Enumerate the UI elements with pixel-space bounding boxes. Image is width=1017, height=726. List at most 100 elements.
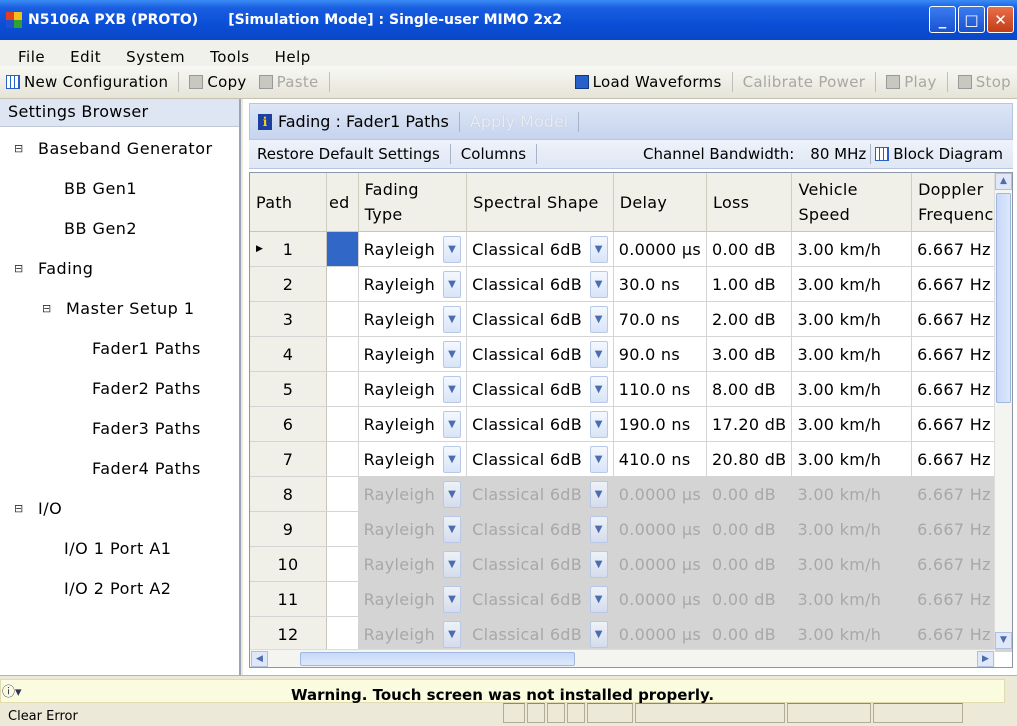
- enabled-cell[interactable]: [326, 301, 359, 337]
- chevron-down-icon[interactable]: ▼: [589, 445, 608, 473]
- spectral-shape-cell[interactable]: Classical 6dB ▼: [466, 546, 614, 582]
- delay-cell[interactable]: 410.0 ns: [613, 441, 708, 477]
- delay-cell[interactable]: 0.0000 µs: [613, 231, 708, 267]
- chevron-down-icon[interactable]: ▼: [589, 235, 608, 263]
- col-header-delay[interactable]: Delay: [613, 173, 708, 232]
- enabled-cell[interactable]: [326, 511, 359, 547]
- loss-cell[interactable]: 3.00 dB: [706, 336, 793, 372]
- chevron-down-icon[interactable]: ▼: [443, 585, 462, 613]
- chevron-down-icon[interactable]: ▼: [443, 620, 462, 648]
- table-row[interactable]: 11 Rayleigh ▼ Classical 6dB ▼ 0.0000 µs 0.00 d…: [250, 581, 1012, 617]
- enabled-cell[interactable]: [326, 371, 359, 407]
- chevron-down-icon[interactable]: ▼: [589, 515, 608, 543]
- vehicle-speed-cell[interactable]: 3.00 km/h: [791, 546, 913, 582]
- chevron-down-icon[interactable]: ▼: [443, 235, 462, 263]
- chevron-down-icon[interactable]: ▼: [443, 410, 462, 438]
- minimize-button[interactable]: _: [929, 6, 956, 33]
- menu-help[interactable]: Help: [275, 48, 311, 66]
- spectral-shape-cell[interactable]: Classical 6dB ▼: [466, 616, 614, 652]
- vehicle-speed-cell[interactable]: 3.00 km/h: [791, 511, 913, 547]
- chevron-down-icon[interactable]: ▼: [443, 515, 462, 543]
- col-header-path[interactable]: Path: [250, 173, 327, 232]
- scroll-down-icon[interactable]: ▼: [995, 632, 1012, 649]
- tree-item-io1-port-a1[interactable]: I/O 1 Port A1: [64, 539, 171, 558]
- table-row[interactable]: 4 Rayleigh ▼ Classical 6dB ▼ 90.0 ns 3.00 dB 3.…: [250, 336, 1012, 372]
- row-header[interactable]: 11: [250, 581, 327, 617]
- row-header[interactable]: 3: [250, 301, 327, 337]
- tree-item-bb-gen2[interactable]: BB Gen2: [64, 219, 137, 238]
- spectral-shape-cell[interactable]: Classical 6dB ▼: [466, 231, 614, 267]
- new-configuration-button[interactable]: New Configuration: [0, 73, 174, 91]
- spectral-shape-cell[interactable]: Classical 6dB ▼: [466, 441, 614, 477]
- horizontal-scroll-thumb[interactable]: [300, 652, 575, 666]
- row-header[interactable]: 10: [250, 546, 327, 582]
- chevron-down-icon[interactable]: ▼: [589, 410, 608, 438]
- row-header[interactable]: 2: [250, 266, 327, 302]
- vehicle-speed-cell[interactable]: 3.00 km/h: [791, 301, 913, 337]
- scroll-left-icon[interactable]: ◀: [251, 651, 268, 667]
- vertical-scroll-thumb[interactable]: [996, 193, 1011, 403]
- spectral-shape-cell[interactable]: Classical 6dB ▼: [466, 581, 614, 617]
- chevron-down-icon[interactable]: ▼: [589, 270, 608, 298]
- scroll-up-icon[interactable]: ▲: [995, 173, 1012, 190]
- delay-cell[interactable]: 0.0000 µs: [613, 581, 708, 617]
- spectral-shape-cell[interactable]: Classical 6dB ▼: [466, 266, 614, 302]
- chevron-down-icon[interactable]: ▼: [443, 305, 462, 333]
- block-diagram-button[interactable]: Block Diagram: [893, 145, 1003, 163]
- tree-item-io[interactable]: ⊟ I/O: [14, 499, 62, 518]
- fading-type-cell[interactable]: Rayleigh ▼: [358, 301, 468, 337]
- restore-defaults-button[interactable]: Restore Default Settings: [257, 145, 440, 163]
- loss-cell[interactable]: 0.00 dB: [706, 476, 793, 512]
- delay-cell[interactable]: 0.0000 µs: [613, 546, 708, 582]
- spectral-shape-cell[interactable]: Classical 6dB ▼: [466, 476, 614, 512]
- loss-cell[interactable]: 20.80 dB: [706, 441, 793, 477]
- fading-type-cell[interactable]: Rayleigh ▼: [358, 581, 468, 617]
- table-row[interactable]: 5 Rayleigh ▼ Classical 6dB ▼ 110.0 ns 8.00 dB 3…: [250, 371, 1012, 407]
- fading-type-cell[interactable]: Rayleigh ▼: [358, 231, 468, 267]
- row-header[interactable]: 4: [250, 336, 327, 372]
- table-row[interactable]: 2 Rayleigh ▼ Classical 6dB ▼ 30.0 ns 1.00 dB 3.…: [250, 266, 1012, 302]
- loss-cell[interactable]: 8.00 dB: [706, 371, 793, 407]
- loss-cell[interactable]: 0.00 dB: [706, 231, 793, 267]
- loss-cell[interactable]: 0.00 dB: [706, 546, 793, 582]
- delay-cell[interactable]: 30.0 ns: [613, 266, 708, 302]
- delay-cell[interactable]: 0.0000 µs: [613, 476, 708, 512]
- horizontal-scrollbar[interactable]: ◀ ▶: [250, 649, 995, 667]
- load-waveforms-button[interactable]: Load Waveforms: [569, 73, 728, 91]
- delay-cell[interactable]: 90.0 ns: [613, 336, 708, 372]
- table-row[interactable]: ▶ 1 Rayleigh ▼ Classical 6dB ▼ 0.0000 µs 0.00 d…: [250, 231, 1012, 267]
- chevron-down-icon[interactable]: ▼: [443, 445, 462, 473]
- enabled-cell[interactable]: [326, 476, 359, 512]
- collapse-icon[interactable]: ⊟: [14, 142, 28, 155]
- loss-cell[interactable]: 0.00 dB: [706, 511, 793, 547]
- loss-cell[interactable]: 1.00 dB: [706, 266, 793, 302]
- stop-button[interactable]: Stop: [952, 73, 1017, 91]
- table-row[interactable]: 9 Rayleigh ▼ Classical 6dB ▼ 0.0000 µs 0.00 dB…: [250, 511, 1012, 547]
- row-header[interactable]: 7: [250, 441, 327, 477]
- enabled-cell[interactable]: [326, 336, 359, 372]
- chevron-down-icon[interactable]: ▼: [589, 620, 608, 648]
- col-header-fading-type[interactable]: Fading Type: [358, 173, 468, 232]
- fading-type-cell[interactable]: Rayleigh ▼: [358, 266, 468, 302]
- play-button[interactable]: Play: [880, 73, 942, 91]
- collapse-icon[interactable]: ⊟: [14, 502, 28, 515]
- enabled-cell[interactable]: [326, 441, 359, 477]
- table-row[interactable]: 3 Rayleigh ▼ Classical 6dB ▼ 70.0 ns 2.00 dB 3.…: [250, 301, 1012, 337]
- table-row[interactable]: 8 Rayleigh ▼ Classical 6dB ▼ 0.0000 µs 0.00 dB…: [250, 476, 1012, 512]
- col-header-spectral-shape[interactable]: Spectral Shape: [466, 173, 614, 232]
- tree-item-fading[interactable]: ⊟ Fading: [14, 259, 93, 278]
- tree-item-fader4-paths[interactable]: Fader4 Paths: [92, 459, 201, 478]
- paste-button[interactable]: Paste: [253, 73, 325, 91]
- chevron-down-icon[interactable]: ▼: [589, 340, 608, 368]
- delay-cell[interactable]: 190.0 ns: [613, 406, 708, 442]
- clear-error-button[interactable]: Clear Error: [8, 709, 78, 724]
- fading-type-cell[interactable]: Rayleigh ▼: [358, 441, 468, 477]
- chevron-down-icon[interactable]: ▼: [589, 305, 608, 333]
- row-header[interactable]: 5: [250, 371, 327, 407]
- delay-cell[interactable]: 70.0 ns: [613, 301, 708, 337]
- vehicle-speed-cell[interactable]: 3.00 km/h: [791, 406, 913, 442]
- spectral-shape-cell[interactable]: Classical 6dB ▼: [466, 301, 614, 337]
- vehicle-speed-cell[interactable]: 3.00 km/h: [791, 231, 913, 267]
- tree-item-fader1-paths[interactable]: Fader1 Paths: [92, 339, 201, 358]
- row-header[interactable]: 12: [250, 616, 327, 652]
